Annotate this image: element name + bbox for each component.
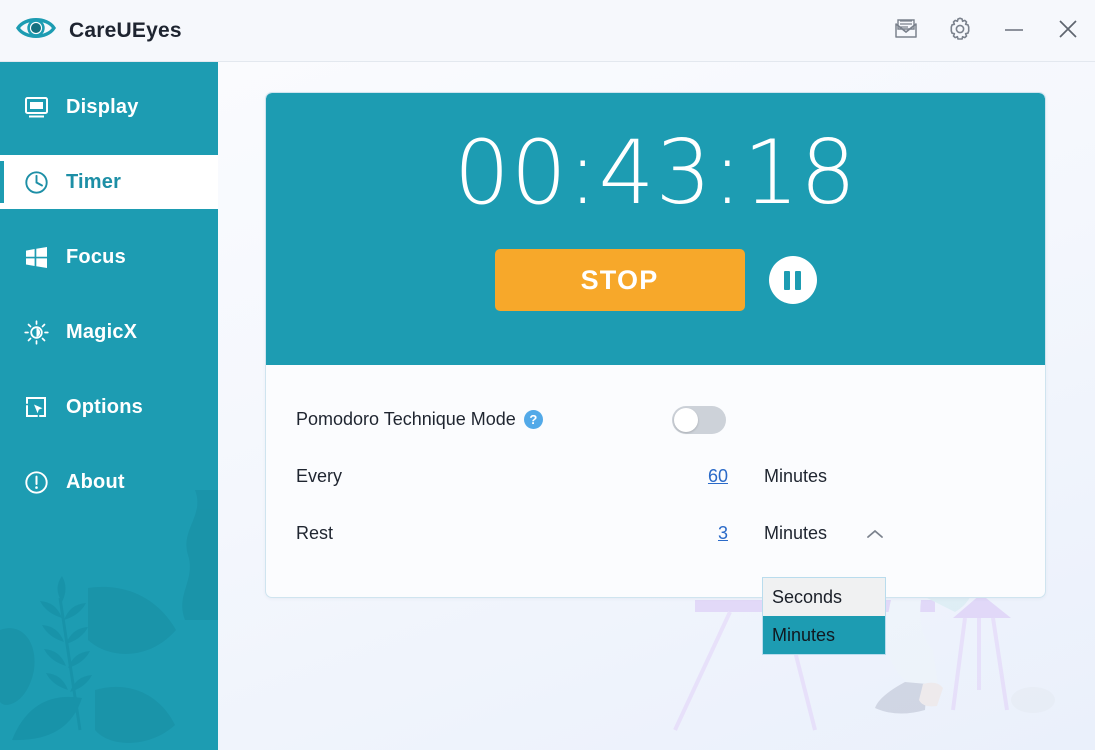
timer-settings: Pomodoro Technique Mode ? Every 60 Minut… [266, 365, 1045, 597]
sidebar-item-label: Timer [66, 170, 122, 193]
gear-icon [947, 16, 973, 47]
timer-card-inner: 00:43:18 STOP Pomodoro Technique Mode ? … [266, 93, 1045, 597]
cursor-square-icon [22, 393, 50, 421]
minimize-icon [1002, 22, 1026, 41]
sidebar-item-timer[interactable]: Timer [0, 155, 218, 209]
pomodoro-row: Pomodoro Technique Mode ? [296, 391, 1045, 448]
sidebar-item-display[interactable]: Display [0, 80, 218, 134]
sidebar: Display Timer Focus MagicX Options About [0, 62, 218, 750]
timer-display: 00:43:18 [453, 121, 858, 224]
timer-controls: STOP [494, 249, 817, 311]
timer-panel: 00:43:18 STOP [266, 93, 1045, 365]
info-circle-icon [22, 468, 50, 496]
window-controls [879, 0, 1095, 62]
toggle-knob [674, 407, 698, 432]
sidebar-item-magicx[interactable]: MagicX [0, 305, 218, 359]
app-brand: CareUEyes [0, 13, 182, 48]
sidebar-item-label: MagicX [66, 320, 138, 343]
pause-button[interactable] [768, 256, 817, 304]
stop-button[interactable]: STOP [494, 249, 745, 311]
app-title: CareUEyes [69, 18, 182, 42]
sidebar-item-about[interactable]: About [0, 455, 218, 509]
sidebar-leaf-decoration [0, 490, 218, 743]
careueyes-window: CareUEyes Display Timer Focus MagicX Opt… [0, 0, 1095, 750]
sidebar-item-options[interactable]: Options [0, 380, 218, 434]
unit-dropdown[interactable]: Seconds Minutes [762, 577, 886, 655]
eye-icon [15, 13, 57, 48]
chevron-up-icon[interactable] [866, 525, 884, 543]
title-bar: CareUEyes [0, 0, 1095, 62]
main-content: 00:43:18 STOP Pomodoro Technique Mode ? … [218, 62, 1095, 750]
feedback-mail-button[interactable] [879, 0, 933, 62]
pause-icon [784, 270, 801, 290]
sidebar-item-label: Display [66, 95, 139, 118]
rest-unit-label[interactable]: Minutes [764, 523, 827, 544]
every-value-link[interactable]: 60 [692, 466, 728, 487]
clock-icon [22, 168, 50, 196]
windows-grid-icon [22, 243, 50, 271]
dropdown-option-seconds[interactable]: Seconds [763, 578, 885, 616]
sidebar-item-label: About [66, 470, 125, 493]
question-mark-icon[interactable]: ? [523, 410, 543, 429]
sidebar-nav: Display Timer Focus MagicX Options About [0, 62, 218, 509]
sidebar-item-label: Options [66, 395, 143, 418]
sidebar-item-focus[interactable]: Focus [0, 230, 218, 284]
close-button[interactable] [1041, 0, 1095, 62]
rest-label: Rest [296, 523, 334, 543]
every-row: Every 60 Minutes [296, 448, 1045, 505]
rest-row: Rest 3 Minutes [296, 505, 1045, 562]
brightness-icon [22, 318, 50, 346]
timer-card: 00:43:18 STOP Pomodoro Technique Mode ? … [265, 92, 1046, 655]
every-label: Every [296, 466, 343, 486]
rest-value-link[interactable]: 3 [692, 523, 728, 544]
minimize-button[interactable] [987, 0, 1041, 62]
sidebar-item-label: Focus [66, 245, 126, 268]
close-icon [1056, 17, 1080, 46]
every-unit-label: Minutes [764, 466, 828, 486]
pomodoro-toggle[interactable] [672, 405, 726, 434]
dropdown-option-minutes[interactable]: Minutes [763, 616, 885, 654]
envelope-icon [893, 18, 919, 45]
monitor-icon [22, 93, 50, 121]
pomodoro-label: Pomodoro Technique Mode [296, 409, 516, 429]
settings-button[interactable] [933, 0, 987, 62]
